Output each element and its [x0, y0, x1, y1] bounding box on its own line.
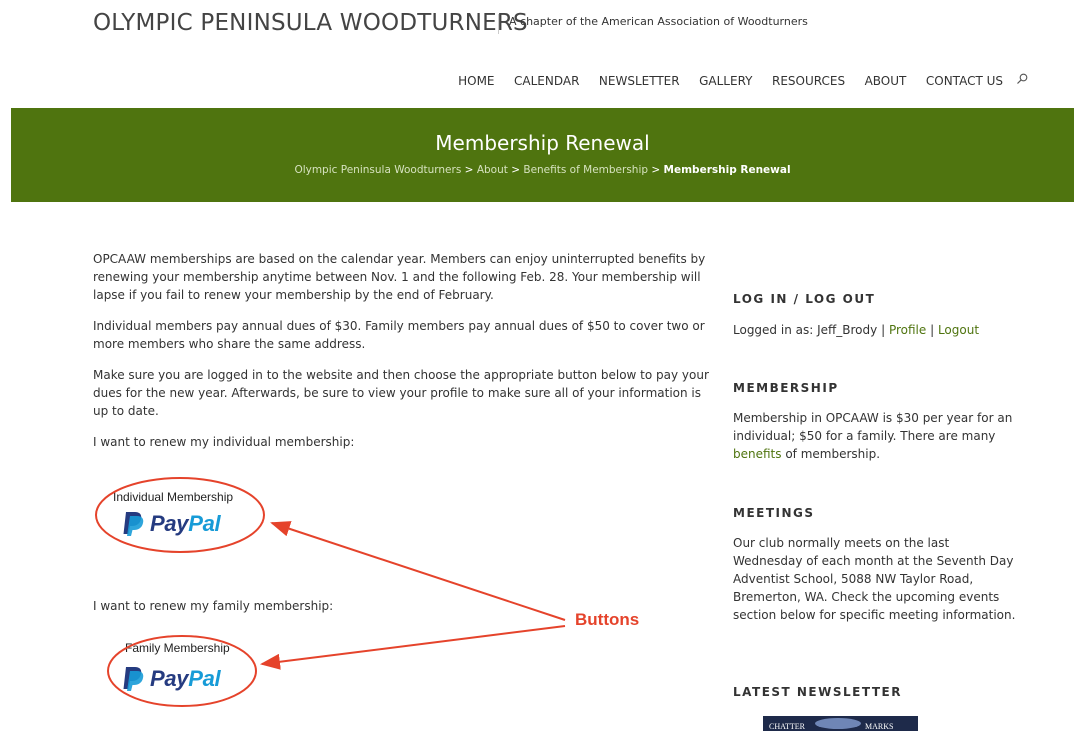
main-content: OPCAAW memberships are based on the cale… — [93, 250, 709, 464]
search-icon[interactable] — [1016, 70, 1030, 84]
nav-resources[interactable]: RESOURCES — [772, 74, 845, 88]
page-banner: Membership Renewal Olympic Peninsula Woo… — [11, 108, 1074, 202]
benefits-link[interactable]: benefits — [733, 447, 782, 461]
logged-in-as: Logged in as: Jeff_Brody — [733, 323, 878, 337]
meetings-text: Our club normally meets on the last Wedn… — [733, 536, 1016, 622]
paypal-wordmark-pal: Pal — [188, 511, 221, 536]
newsletter-widget-title: LATEST NEWSLETTER — [733, 685, 902, 699]
breadcrumb-separator: > — [511, 164, 521, 176]
paypal-logo: PayPal — [122, 666, 221, 692]
individual-intro: I want to renew my individual membership… — [93, 435, 355, 449]
paypal-wordmark-pal: Pal — [188, 666, 221, 691]
logout-link[interactable]: Logout — [938, 323, 979, 337]
login-status: Logged in as: Jeff_Brody | Profile | Log… — [733, 321, 1018, 339]
title-divider — [498, 14, 499, 34]
login-separator: | — [930, 323, 935, 337]
membership-text: Membership in OPCAAW is $30 per year for… — [733, 409, 1018, 463]
nav-gallery[interactable]: GALLERY — [699, 74, 752, 88]
paypal-logo: PayPal — [122, 511, 221, 537]
dues-paragraph: Individual members pay annual dues of $3… — [93, 319, 705, 351]
profile-link[interactable]: Profile — [889, 323, 926, 337]
newsletter-thumb-right: MARKS — [865, 722, 894, 731]
breadcrumb-current: Membership Renewal — [663, 164, 791, 176]
newsletter-thumbnail[interactable]: CHATTER MARKS — [763, 716, 918, 731]
nav-contact-us[interactable]: CONTACT US — [926, 74, 1003, 88]
individual-paypal-button[interactable]: Individual Membership PayPal — [104, 487, 264, 547]
paypal-wordmark-pay: Pay — [150, 511, 189, 536]
page-title: Membership Renewal — [435, 131, 650, 155]
arrow-to-family — [260, 625, 566, 670]
login-separator: | — [881, 323, 886, 337]
newsletter-thumb-left: CHATTER — [769, 722, 805, 731]
paypal-icon — [123, 512, 144, 536]
nav-home[interactable]: HOME — [458, 74, 494, 88]
membership-description: Membership in OPCAAW is $30 per year for… — [733, 411, 1013, 443]
intro-paragraph: OPCAAW memberships are based on the cale… — [93, 252, 706, 302]
breadcrumb-home[interactable]: Olympic Peninsula Woodturners — [294, 164, 461, 176]
breadcrumb-benefits[interactable]: Benefits of Membership — [523, 164, 648, 176]
site-tagline: A chapter of the American Association of… — [509, 15, 808, 28]
site-title[interactable]: OLYMPIC PENINSULA WOODTURNERS — [93, 10, 528, 36]
family-paypal-button[interactable]: Family Membership PayPal — [108, 640, 258, 706]
membership-widget-title: MEMBERSHIP — [733, 381, 839, 395]
family-membership-label: Family Membership — [125, 641, 230, 655]
breadcrumb: Olympic Peninsula Woodturners > About > … — [11, 164, 1074, 176]
membership-description-end: of membership. — [781, 447, 881, 461]
newsletter-logo-icon — [815, 718, 861, 729]
instructions-paragraph: Make sure you are logged in to the websi… — [93, 368, 709, 418]
nav-newsletter[interactable]: NEWSLETTER — [599, 74, 680, 88]
nav-calendar[interactable]: CALENDAR — [514, 74, 579, 88]
main-navigation: HOME CALENDAR NEWSLETTER GALLERY RESOURC… — [439, 73, 1030, 88]
buttons-annotation-label: Buttons — [575, 610, 640, 629]
meetings-widget-title: MEETINGS — [733, 506, 815, 520]
paypal-icon — [123, 667, 144, 691]
family-intro: I want to renew my family membership: — [93, 599, 334, 613]
breadcrumb-separator: > — [464, 164, 474, 176]
login-widget-title: LOG IN / LOG OUT — [733, 292, 876, 306]
individual-membership-label: Individual Membership — [113, 490, 234, 504]
nav-about[interactable]: ABOUT — [865, 74, 907, 88]
breadcrumb-separator: > — [651, 164, 661, 176]
breadcrumb-about[interactable]: About — [477, 164, 508, 176]
paypal-wordmark-pay: Pay — [150, 666, 189, 691]
